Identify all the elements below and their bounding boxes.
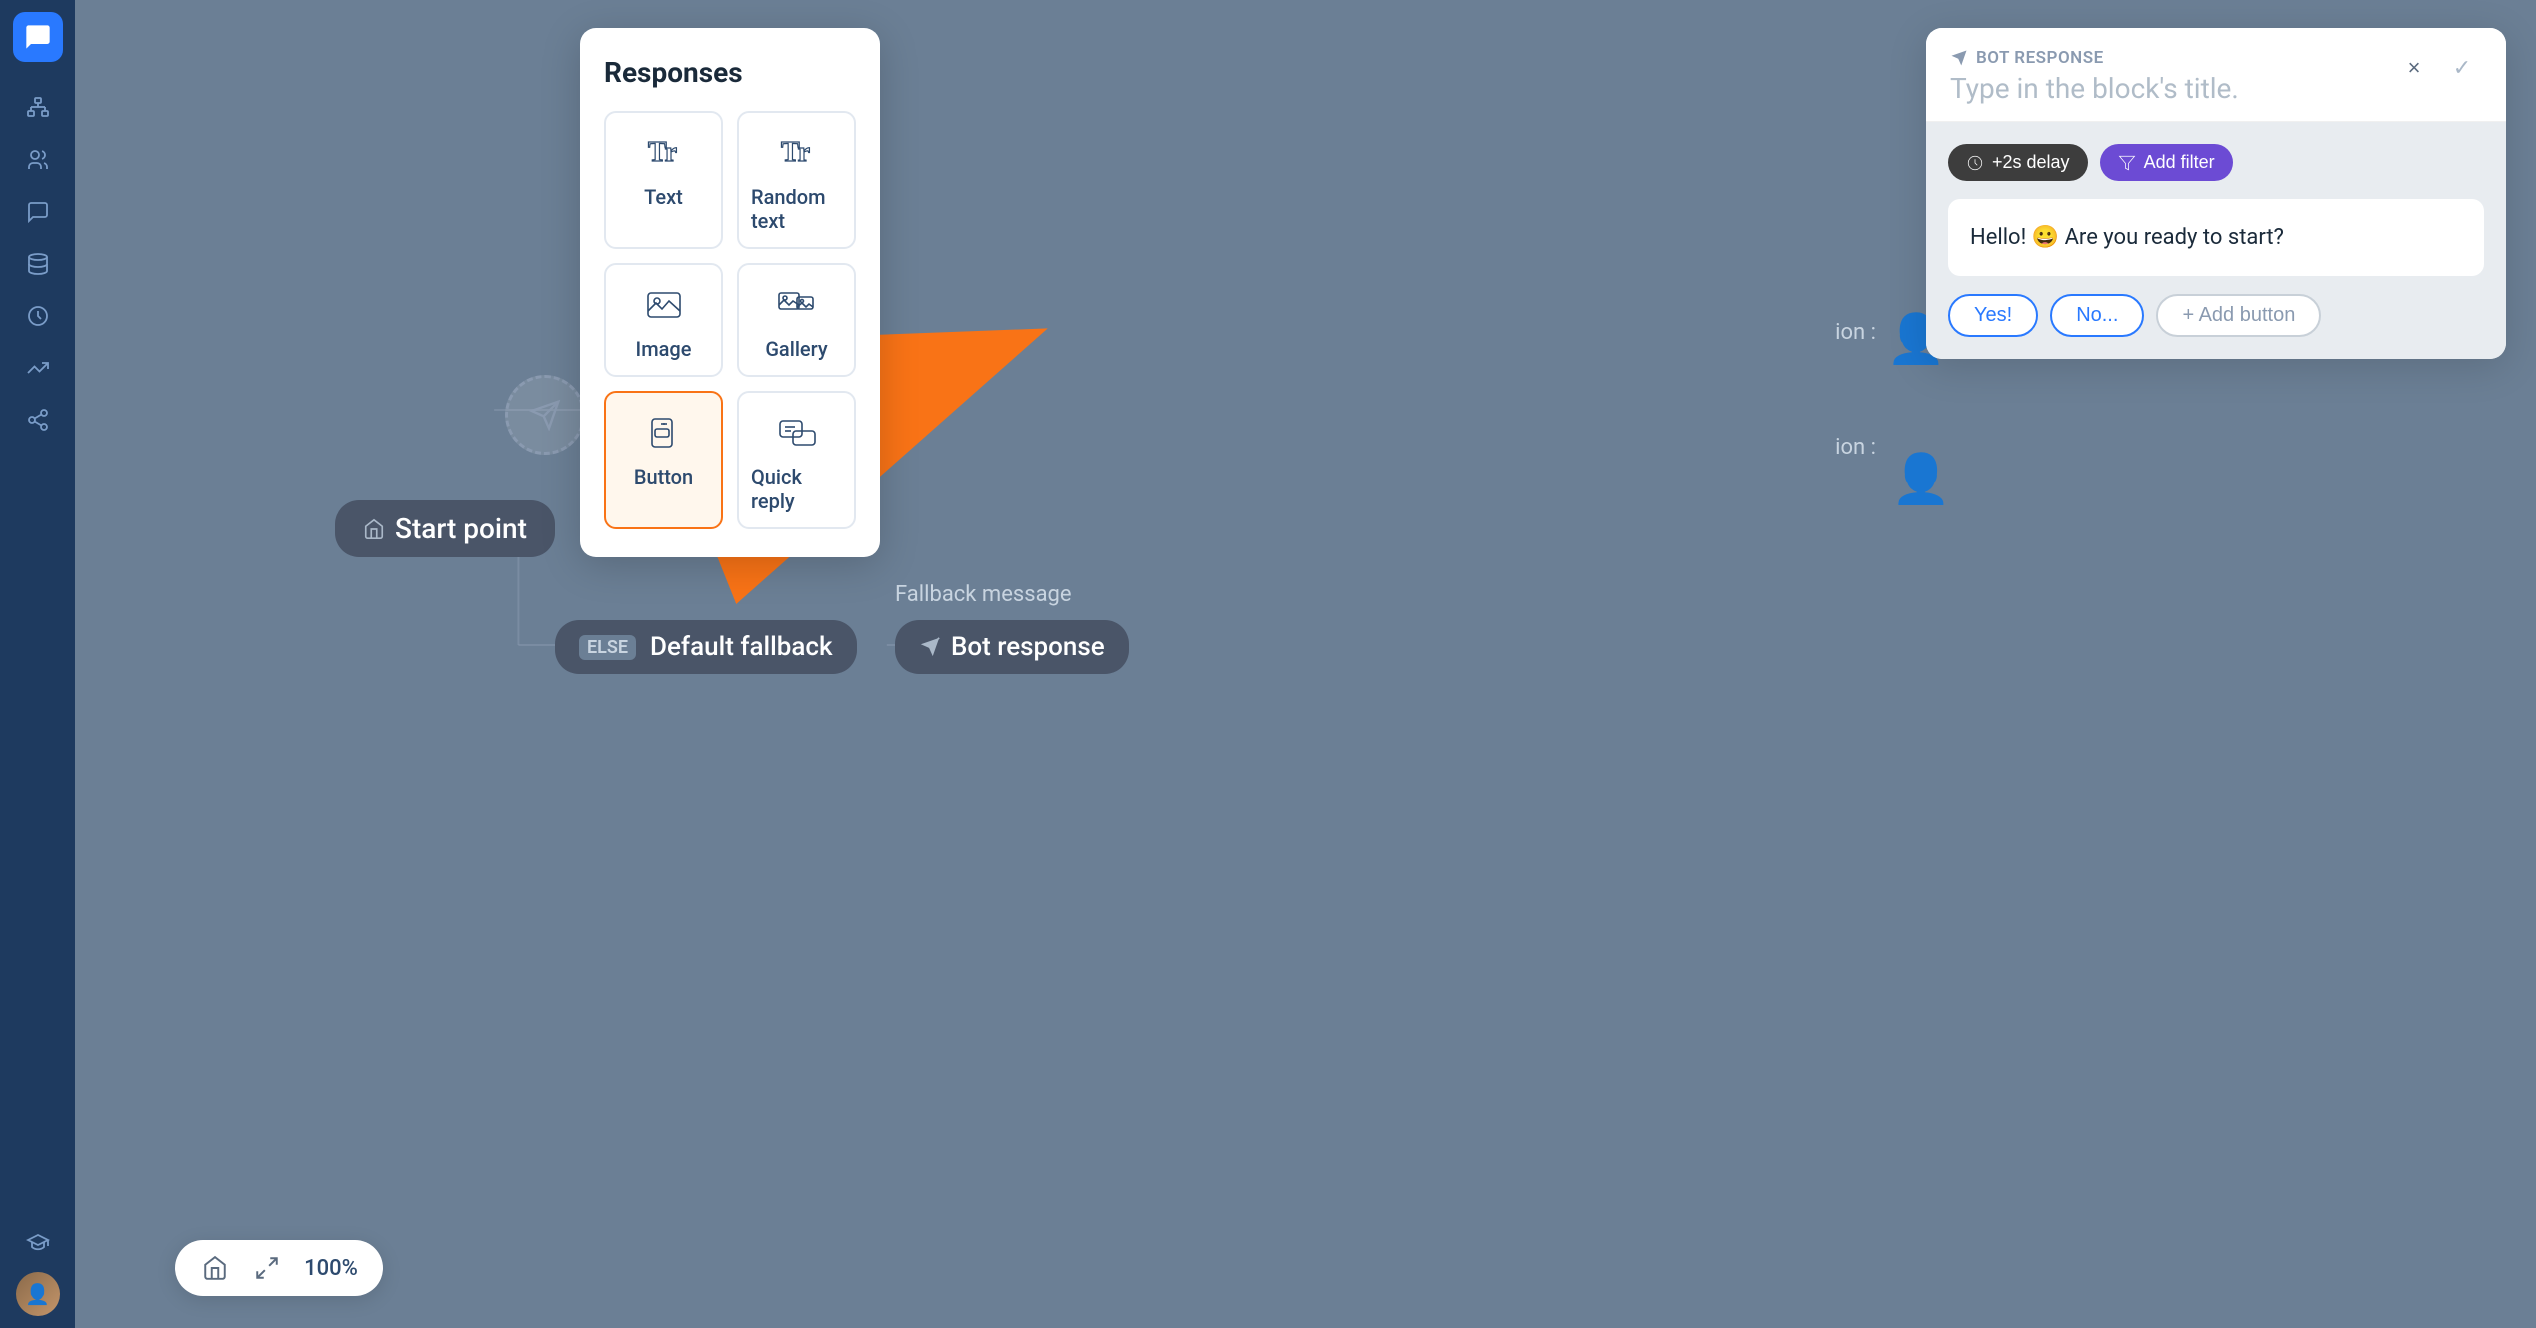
- add-button-btn[interactable]: + Add button: [2156, 294, 2321, 337]
- start-point-label: Start point: [395, 512, 527, 545]
- home-toolbar-btn[interactable]: [197, 1250, 233, 1286]
- quick-reply-icon: [775, 411, 819, 455]
- person-icon-2: 👤: [1891, 450, 1951, 507]
- sidebar-item-organization[interactable]: [16, 86, 60, 130]
- send-icon-node: [919, 636, 941, 658]
- zoom-level: 100%: [301, 1256, 361, 1281]
- ai-icon: [26, 200, 50, 224]
- message-buttons: Yes! No... + Add button: [1948, 294, 2484, 337]
- message-text: Hello! 😀 Are you ready to start?: [1970, 225, 2284, 250]
- start-point-node[interactable]: Start point: [335, 500, 555, 557]
- response-item-random-text[interactable]: Tr Random text: [737, 111, 856, 249]
- home-toolbar-icon: [202, 1255, 228, 1281]
- graduation-icon: [26, 1230, 50, 1254]
- confirm-panel-button[interactable]: ✓: [2442, 48, 2482, 88]
- else-badge: ELSE: [579, 635, 636, 660]
- gallery-icon: [775, 283, 819, 327]
- close-panel-button[interactable]: ×: [2394, 48, 2434, 88]
- bot-panel-actions: × ✓: [2394, 48, 2482, 88]
- bot-panel-header: BOT RESPONSE Type in the block's title. …: [1926, 28, 2506, 122]
- avatar-image: 👤: [16, 1272, 60, 1316]
- send-icon-small: [529, 399, 561, 431]
- clock-analytics-icon: [26, 304, 50, 328]
- logo-icon: [24, 23, 52, 51]
- text-label: Text: [644, 185, 683, 209]
- sidebar-item-analytics[interactable]: [16, 294, 60, 338]
- fallback-message-label: Fallback message: [895, 582, 1072, 607]
- bot-response-panel: BOT RESPONSE Type in the block's title. …: [1926, 28, 2506, 359]
- responses-grid: Tr Text Tr Random text Image: [604, 111, 856, 529]
- panel-toolbar: +2s delay Add filter: [1948, 144, 2484, 181]
- image-icon: [642, 283, 686, 327]
- send-icon-header: [1950, 49, 1968, 67]
- sidebar-item-users[interactable]: [16, 138, 60, 182]
- bot-response-node-label: Bot response: [951, 632, 1105, 662]
- yes-button[interactable]: Yes!: [1948, 294, 2038, 337]
- sidebar-item-ai[interactable]: [16, 190, 60, 234]
- response-item-quick-reply[interactable]: Quick reply: [737, 391, 856, 529]
- responses-title: Responses: [604, 56, 856, 89]
- responses-popup: Responses Tr Text Tr Random text Image: [580, 28, 880, 557]
- canvas-label-2: ion :: [1835, 435, 1876, 460]
- svg-text:Tr: Tr: [648, 137, 677, 168]
- image-label: Image: [636, 337, 692, 361]
- random-text-icon: Tr: [775, 131, 819, 175]
- users-icon: [26, 148, 50, 172]
- response-item-text[interactable]: Tr Text: [604, 111, 723, 249]
- response-item-image[interactable]: Image: [604, 263, 723, 377]
- bot-response-node[interactable]: Bot response: [895, 620, 1129, 674]
- sidebar-item-academy[interactable]: [16, 1220, 60, 1264]
- response-item-button[interactable]: Button: [604, 391, 723, 529]
- clock-icon: [1966, 154, 1984, 172]
- filter-icon: [2118, 154, 2136, 172]
- sidebar: 👤: [0, 0, 75, 1328]
- fullscreen-btn[interactable]: [249, 1250, 285, 1286]
- text-icon: Tr: [642, 131, 686, 175]
- growth-icon: [26, 356, 50, 380]
- home-icon: [363, 518, 385, 540]
- no-button[interactable]: No...: [2050, 294, 2144, 337]
- default-fallback-label: Default fallback: [650, 632, 833, 662]
- bot-panel-body: +2s delay Add filter Hello! 😀 Are you re…: [1926, 122, 2506, 359]
- bot-panel-title[interactable]: Type in the block's title.: [1950, 72, 2239, 105]
- canvas-label-1: ion :: [1835, 320, 1876, 345]
- app-logo[interactable]: [13, 12, 63, 62]
- delay-button[interactable]: +2s delay: [1948, 144, 2088, 181]
- organization-icon: [26, 96, 50, 120]
- connections-icon: [26, 408, 50, 432]
- random-text-label: Random text: [751, 185, 842, 233]
- fullscreen-icon: [254, 1255, 280, 1281]
- sidebar-item-growth[interactable]: [16, 346, 60, 390]
- sidebar-item-connections[interactable]: [16, 398, 60, 442]
- add-filter-button[interactable]: Add filter: [2100, 144, 2233, 181]
- sidebar-item-database[interactable]: [16, 242, 60, 286]
- connector-circle: [505, 375, 585, 455]
- button-label: Button: [634, 465, 693, 489]
- message-card: Hello! 😀 Are you ready to start?: [1948, 199, 2484, 276]
- response-item-gallery[interactable]: Gallery: [737, 263, 856, 377]
- bot-panel-header-left: BOT RESPONSE Type in the block's title.: [1950, 48, 2239, 105]
- database-icon: [26, 252, 50, 276]
- button-icon: [642, 411, 686, 455]
- default-fallback-node[interactable]: ELSE Default fallback: [555, 620, 857, 674]
- user-avatar[interactable]: 👤: [16, 1272, 60, 1316]
- bot-response-type-label: BOT RESPONSE: [1950, 48, 2239, 68]
- quick-reply-label: Quick reply: [751, 465, 842, 513]
- canvas-toolbar: 100%: [175, 1240, 383, 1296]
- sidebar-bottom: 👤: [16, 1220, 60, 1316]
- svg-text:Tr: Tr: [781, 137, 810, 168]
- gallery-label: Gallery: [765, 337, 827, 361]
